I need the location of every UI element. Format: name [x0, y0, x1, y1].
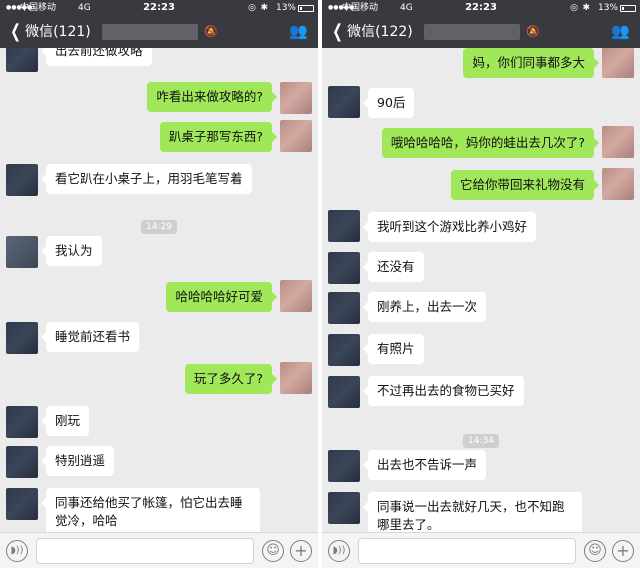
- chat-screen-left: ●●●●● 中国移动 4G 22:23 ◎ ✱ 13% ❮ 微信(121) 🔕 …: [0, 0, 318, 568]
- battery-icon: [298, 5, 314, 12]
- message-bubble[interactable]: 趴桌子那写东西?: [159, 122, 278, 152]
- message-input[interactable]: [36, 538, 254, 564]
- status-bar: ●●●●● 中国移动 4G 22:23 ◎ ✱ 13%: [0, 0, 318, 16]
- avatar[interactable]: [6, 48, 38, 72]
- avatar[interactable]: [6, 406, 38, 438]
- message-bubble[interactable]: 它给你带回来礼物没有: [450, 170, 600, 200]
- message-bubble[interactable]: 有照片: [363, 334, 424, 364]
- input-bar: ◗)) ☺ +: [0, 532, 318, 568]
- top-bar: ●●●●● 中国移动 4G 22:23 ◎ ✱ 13% ❮ 微信(122) 🔕 …: [322, 0, 640, 48]
- status-bar: ●●●●● 中国移动 4G 22:23 ◎ ✱ 13%: [322, 0, 640, 16]
- message-bubble[interactable]: 睡觉前还看书: [40, 322, 140, 352]
- battery-percent: 13%: [275, 3, 296, 13]
- avatar[interactable]: [328, 292, 360, 324]
- alarm-icon: ◎: [570, 3, 578, 13]
- chevron-left-icon: ❮: [332, 21, 343, 42]
- bell-off-icon: 🔕: [526, 25, 540, 38]
- people-icon[interactable]: 👥: [289, 22, 308, 40]
- avatar[interactable]: [602, 168, 634, 200]
- message-bubble[interactable]: 同事说一出去就好几天，也不知跑哪里去了。: [363, 492, 582, 532]
- voice-icon[interactable]: ◗)): [6, 540, 28, 562]
- back-label: 微信(121): [25, 24, 91, 40]
- message-bubble[interactable]: 咋看出来做攻略的?: [147, 82, 277, 112]
- top-bar: ●●●●● 中国移动 4G 22:23 ◎ ✱ 13% ❮ 微信(121) 🔕 …: [0, 0, 318, 48]
- plus-icon[interactable]: +: [290, 540, 312, 562]
- chat-screen-right: ●●●●● 中国移动 4G 22:23 ◎ ✱ 13% ❮ 微信(122) 🔕 …: [322, 0, 640, 568]
- battery-percent: 13%: [597, 3, 618, 13]
- message-bubble[interactable]: 还没有: [363, 252, 424, 282]
- message-bubble[interactable]: 不过再出去的食物已买好: [363, 376, 524, 406]
- avatar[interactable]: [6, 164, 38, 196]
- message-bubble[interactable]: 妈，你们同事都多大: [463, 48, 599, 78]
- avatar[interactable]: [280, 120, 312, 152]
- message-list: 出去前还做攻略 咋看出来做攻略的? 趴桌子那写东西? 看它趴在小桌子上，用羽毛笔…: [0, 48, 318, 532]
- emoji-icon[interactable]: ☺: [584, 540, 606, 562]
- plus-icon[interactable]: +: [612, 540, 634, 562]
- nav-bar: ❮ 微信(122) 🔕 👥: [322, 18, 640, 48]
- avatar[interactable]: [328, 334, 360, 366]
- nav-bar: ❮ 微信(121) 🔕 👥: [0, 18, 318, 48]
- avatar[interactable]: [328, 492, 360, 524]
- avatar[interactable]: [328, 376, 360, 408]
- avatar[interactable]: [328, 210, 360, 242]
- message-bubble[interactable]: 同事还给他买了帐篷，怕它出去睡觉冷，哈哈: [41, 488, 260, 532]
- message-bubble[interactable]: 哦哈哈哈哈，妈你的蛙出去几次了?: [381, 128, 600, 158]
- back-button[interactable]: ❮ 微信(122): [330, 21, 413, 42]
- chevron-left-icon: ❮: [10, 21, 21, 42]
- message-bubble[interactable]: 看它趴在小桌子上，用羽毛笔写着: [41, 164, 252, 194]
- timestamp: 14:29: [0, 214, 318, 234]
- avatar[interactable]: [328, 450, 360, 482]
- message-bubble[interactable]: 90后: [362, 88, 415, 118]
- message-bubble[interactable]: 玩了多久了?: [184, 364, 278, 394]
- clock: 22:23: [465, 2, 497, 13]
- avatar[interactable]: [6, 488, 38, 520]
- avatar[interactable]: [280, 82, 312, 114]
- back-label: 微信(122): [347, 24, 413, 40]
- message-bubble[interactable]: 我认为: [41, 236, 102, 266]
- avatar[interactable]: [6, 236, 38, 268]
- people-icon[interactable]: 👥: [611, 22, 630, 40]
- clock: 22:23: [143, 2, 175, 13]
- message-input[interactable]: [358, 538, 576, 564]
- message-bubble[interactable]: 特别逍遥: [40, 446, 115, 476]
- bluetooth-icon: ✱: [260, 3, 268, 13]
- message-bubble[interactable]: 我听到这个游戏比养小鸡好: [362, 212, 537, 242]
- bell-off-icon: 🔕: [204, 25, 218, 38]
- voice-icon[interactable]: ◗)): [328, 540, 350, 562]
- contact-name-redacted: [424, 24, 520, 40]
- battery-icon: [620, 5, 636, 12]
- contact-name-redacted: [102, 24, 198, 40]
- back-button[interactable]: ❮ 微信(121): [8, 21, 91, 42]
- avatar[interactable]: [328, 86, 360, 118]
- timestamp: 14:34: [322, 428, 640, 448]
- avatar[interactable]: [6, 322, 38, 354]
- message-bubble[interactable]: 出去前还做攻略: [41, 48, 152, 66]
- message-bubble[interactable]: 出去也不告诉一声: [362, 450, 487, 480]
- message-bubble[interactable]: 刚玩: [40, 406, 90, 436]
- message-bubble[interactable]: 哈哈哈哈好可爱: [166, 282, 277, 312]
- avatar[interactable]: [280, 280, 312, 312]
- avatar[interactable]: [280, 362, 312, 394]
- bluetooth-icon: ✱: [582, 3, 590, 13]
- avatar[interactable]: [602, 126, 634, 158]
- alarm-icon: ◎: [248, 3, 256, 13]
- avatar[interactable]: [602, 48, 634, 78]
- emoji-icon[interactable]: ☺: [262, 540, 284, 562]
- message-list: 妈，你们同事都多大 90后 哦哈哈哈哈，妈你的蛙出去几次了? 它给你带回来礼物没…: [322, 48, 640, 532]
- avatar[interactable]: [6, 446, 38, 478]
- avatar[interactable]: [328, 252, 360, 284]
- input-bar: ◗)) ☺ +: [322, 532, 640, 568]
- message-bubble[interactable]: 刚养上，出去一次: [362, 292, 487, 322]
